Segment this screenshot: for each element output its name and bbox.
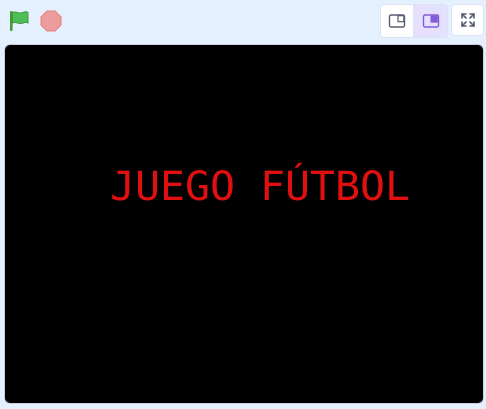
fullscreen-icon: [460, 13, 475, 27]
stage-size-toggle: [380, 4, 448, 38]
stage-title: JUEGO FÚTBOL: [110, 162, 410, 208]
small-stage-icon: [388, 14, 406, 28]
green-flag-icon: [10, 11, 29, 31]
stop-button[interactable]: [38, 8, 64, 34]
stage-toolbar: [0, 0, 486, 42]
normal-stage-icon: [422, 14, 439, 28]
stage-canvas[interactable]: JUEGO FÚTBOL: [4, 44, 484, 404]
green-flag-button[interactable]: [6, 8, 32, 34]
stage-title-text: JUEGO FÚTBOL: [110, 162, 410, 208]
normal-stage-button[interactable]: [414, 5, 447, 37]
small-stage-button[interactable]: [381, 5, 414, 37]
stop-sign-icon: [40, 10, 62, 32]
fullscreen-button[interactable]: [451, 4, 484, 36]
